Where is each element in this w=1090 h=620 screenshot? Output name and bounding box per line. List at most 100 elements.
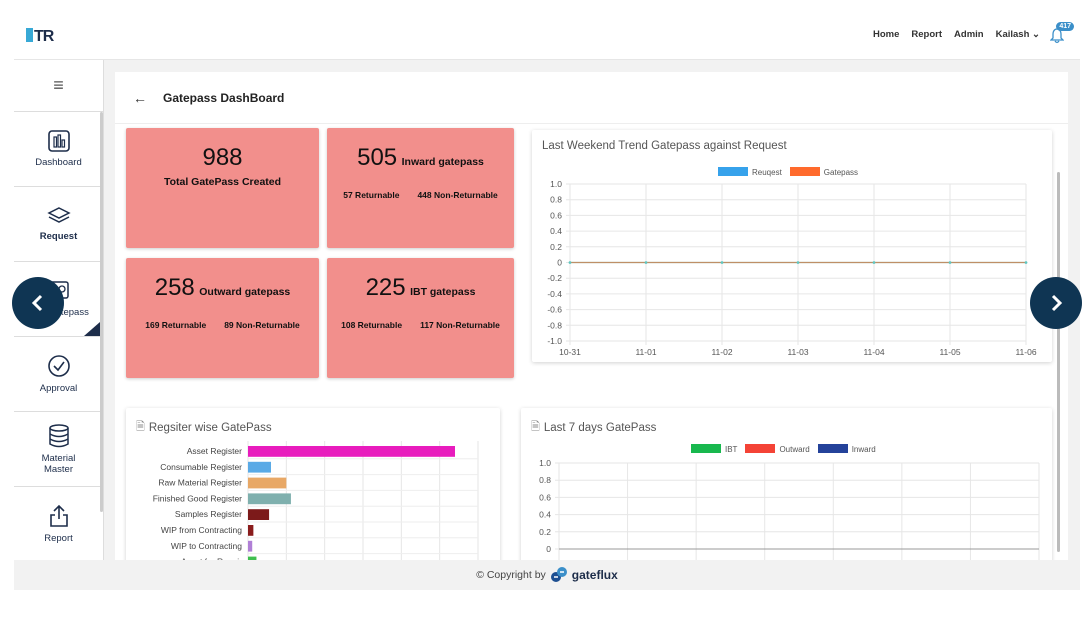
y-tick-label: 0.2 (550, 242, 562, 252)
layers-icon (46, 207, 71, 223)
returnable-count: 108 Returnable (341, 320, 403, 330)
category-label: Consumable Register (160, 462, 242, 472)
non-returnable-count: 117 Non-Returnable (420, 320, 500, 330)
y-tick-label: -0.8 (547, 320, 562, 330)
chart-icon (47, 130, 70, 152)
y-tick-label: 0 (546, 544, 551, 554)
bar (248, 493, 291, 505)
sidebar-item-request[interactable]: Request (14, 187, 103, 262)
top-bar: TR Home Report Admin Kailash ⌄ 417 (14, 14, 1080, 60)
y-tick-label: -0.6 (547, 305, 562, 315)
chevron-left-icon (31, 294, 43, 312)
stat-label: Outward gatepass (199, 286, 291, 298)
last7-chart-card: 🗎 Last 7 days GatePass IBT Outward Inwar… (521, 408, 1052, 568)
y-tick-label: 0 (557, 258, 562, 268)
database-icon (48, 423, 69, 447)
stat-card-total[interactable]: 988 Total GatePass Created (126, 128, 319, 248)
gateflux-logo-icon (550, 567, 567, 582)
y-tick-label: 0.4 (539, 510, 551, 520)
line-chart: 1.0 0.8 0.6 0.4 0.2 0 -0.2 -0.4 -0.6 -0.8 -1.010-3… (547, 179, 1036, 357)
user-menu[interactable]: Kailash ⌄ (996, 29, 1040, 40)
data-point (796, 261, 800, 264)
y-tick-label: 0.2 (539, 527, 551, 537)
y-tick-label: -0.4 (547, 289, 562, 299)
category-label: Samples Register (175, 509, 242, 519)
data-point (872, 261, 876, 264)
y-tick-label: 0.4 (550, 226, 562, 236)
x-tick-label: 10-31 (559, 347, 581, 357)
sidebar-item-material-master[interactable]: Material Master (14, 412, 103, 487)
chevron-right-icon (1051, 294, 1063, 312)
y-tick-label: -0.2 (547, 273, 562, 283)
returnable-count: 169 Returnable (145, 320, 207, 330)
bar (248, 509, 270, 520)
stat-label: Total GatePass Created (163, 176, 282, 188)
last7-bar-chart: 1.0 0.8 0.6 0.4 0.2 0 (539, 458, 1040, 568)
x-tick-label: 11-06 (1015, 347, 1036, 357)
sidebar-item-dashboard[interactable]: Dashboard (14, 112, 103, 187)
bar (248, 540, 253, 552)
next-arrow-button[interactable] (1030, 277, 1082, 329)
sidebar-item-label: Dashboard (35, 157, 82, 168)
main-content: ← Gatepass DashBoard 988 Total GatePass … (115, 72, 1068, 568)
category-label: Asset Register (187, 446, 242, 456)
app-logo[interactable]: TR (26, 28, 54, 46)
x-tick-label: 11-02 (711, 347, 732, 357)
sidebar-item-label: Material Master (41, 452, 76, 475)
data-point (1024, 261, 1028, 264)
sidebar-item-approval[interactable]: Approval (14, 337, 103, 412)
sidebar-scrollbar[interactable] (100, 112, 103, 512)
chevron-down-icon: ⌄ (1032, 29, 1040, 40)
content-scrollbar[interactable] (1057, 172, 1060, 552)
stat-breakdown: 169 Returnable 89 Non-Returnable (126, 320, 319, 330)
x-tick-label: 11-05 (939, 347, 960, 357)
sidebar-item-label: Report (44, 533, 73, 544)
page-header: ← Gatepass DashBoard (115, 72, 1068, 124)
nav-admin[interactable]: Admin (954, 29, 984, 40)
back-arrow-icon[interactable]: ← (133, 90, 147, 106)
x-tick-label: 11-01 (635, 347, 656, 357)
data-point (948, 261, 952, 264)
check-circle-icon (47, 355, 70, 377)
y-tick-label: 1.0 (550, 179, 562, 189)
sidebar-item-report[interactable]: Report (14, 487, 103, 562)
footer: © Copyright by gateflux (14, 560, 1080, 590)
brand-name: gateflux (571, 568, 618, 582)
category-label: WIP to Contracting (171, 541, 242, 551)
hamburger-menu-icon[interactable]: ≡ (14, 60, 103, 112)
nav-report[interactable]: Report (911, 29, 942, 40)
share-icon (49, 504, 68, 527)
top-nav: Home Report Admin Kailash ⌄ (873, 29, 1040, 40)
x-tick-label: 11-03 (787, 347, 808, 357)
stat-breakdown: 57 Returnable 448 Non-Returnable (327, 190, 514, 200)
y-tick-label: 0.6 (539, 492, 551, 502)
prev-arrow-button[interactable] (12, 277, 64, 329)
page-title: Gatepass DashBoard (163, 90, 285, 105)
bar (248, 461, 271, 473)
bar (248, 477, 287, 489)
y-tick-label: 0.8 (539, 475, 551, 485)
category-label: Raw Material Register (158, 478, 242, 488)
register-bar-chart: Asset Register Consumable Register Raw Mat… (153, 441, 479, 568)
sidebar-item-label: Request (39, 231, 78, 242)
register-chart-card: 🗎 Regsiter wise GatePass Asset Register C… (126, 408, 500, 568)
user-name: Kailash (995, 29, 1030, 40)
non-returnable-count: 448 Non-Returnable (417, 190, 498, 200)
stat-breakdown: 108 Returnable 117 Non-Returnable (327, 320, 514, 330)
stat-value: 225 (365, 274, 406, 301)
nav-home[interactable]: Home (873, 29, 899, 40)
category-label: Finished Good Register (153, 493, 242, 503)
stat-card-ibt[interactable]: 225 IBT gatepass 108 Returnable 117 Non-R… (327, 258, 514, 378)
stat-card-inward[interactable]: 505 Inward gatepass 57 Returnable 448 Non… (327, 128, 514, 248)
stat-card-outward[interactable]: 258 Outward gatepass 169 Returnable 89 No… (126, 258, 319, 378)
stat-label: Inward gatepass (401, 156, 484, 168)
y-tick-label: 0.8 (550, 195, 562, 205)
bar (248, 525, 254, 536)
y-tick-label: -1.0 (547, 336, 562, 346)
active-corner-mark (84, 322, 100, 336)
data-point (644, 261, 648, 264)
app-frame: TR Home Report Admin Kailash ⌄ 417 ≡ Das… (14, 14, 1080, 590)
stat-value: 988 (202, 144, 243, 171)
data-point (568, 261, 572, 264)
non-returnable-count: 89 Non-Returnable (224, 320, 300, 330)
